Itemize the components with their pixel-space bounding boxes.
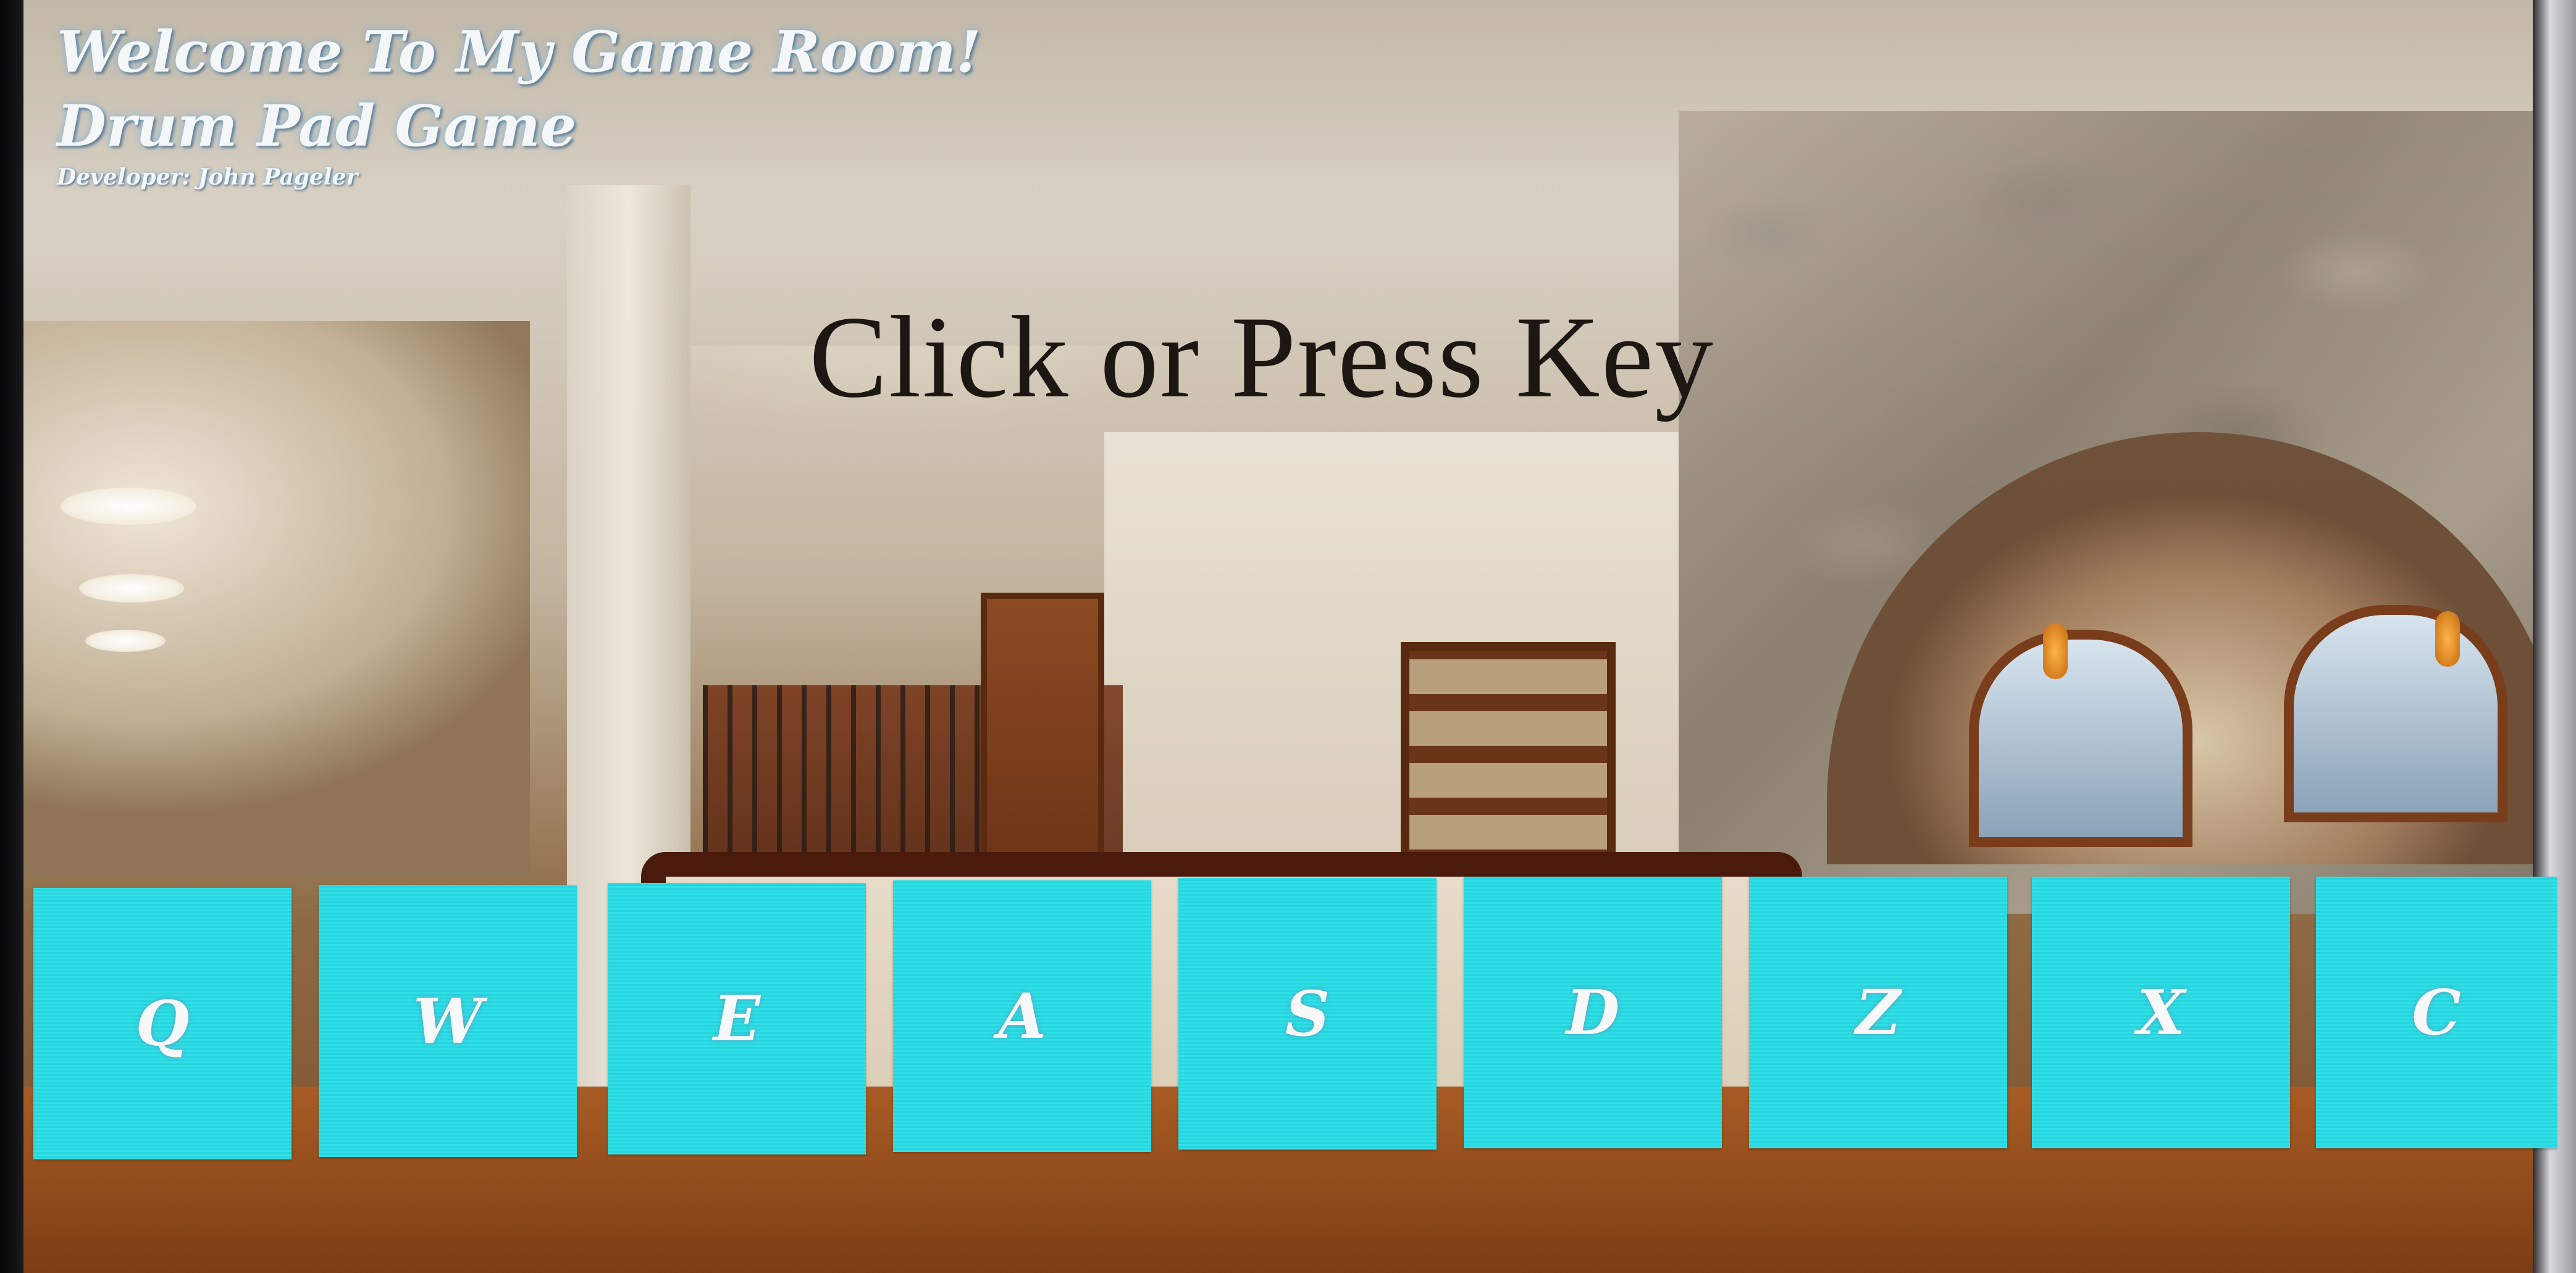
drum-pad-label: Z [1855, 976, 1901, 1049]
drum-display: Click or Press Key [809, 293, 1715, 422]
welcome-title: Welcome To My Game Room! [57, 19, 981, 85]
developer-credit: Developer: John Pageler [57, 164, 358, 190]
drum-pad-label: X [2137, 976, 2185, 1049]
drum-pad-e[interactable]: E [608, 883, 866, 1154]
drum-pad-label: E [713, 982, 761, 1055]
screen: Welcome To My Game Room! Drum Pad Game D… [0, 0, 2576, 1273]
drum-pad-label: W [413, 985, 483, 1058]
drum-pad-d[interactable]: D [1464, 877, 1722, 1148]
drum-pad-label: S [1285, 977, 1330, 1050]
drum-pad-a[interactable]: A [893, 880, 1151, 1152]
drum-pad-q[interactable]: Q [33, 888, 292, 1159]
drum-pad-x[interactable]: X [2032, 877, 2290, 1148]
drum-pad-label: D [1566, 976, 1620, 1049]
drum-pad-label: A [998, 980, 1046, 1053]
drum-pad-c[interactable]: C [2316, 877, 2557, 1148]
monitor-bezel-left [0, 0, 23, 1273]
drum-pad-label: C [2412, 976, 2461, 1049]
game-title: Drum Pad Game [57, 93, 577, 159]
drum-pad-row: Q W E A S D Z X C [33, 877, 2566, 1161]
drum-pad-w[interactable]: W [319, 885, 577, 1157]
drum-pad-label: Q [135, 987, 190, 1060]
drum-pad-z[interactable]: Z [1749, 877, 2007, 1148]
drum-pad-s[interactable]: S [1178, 878, 1437, 1150]
